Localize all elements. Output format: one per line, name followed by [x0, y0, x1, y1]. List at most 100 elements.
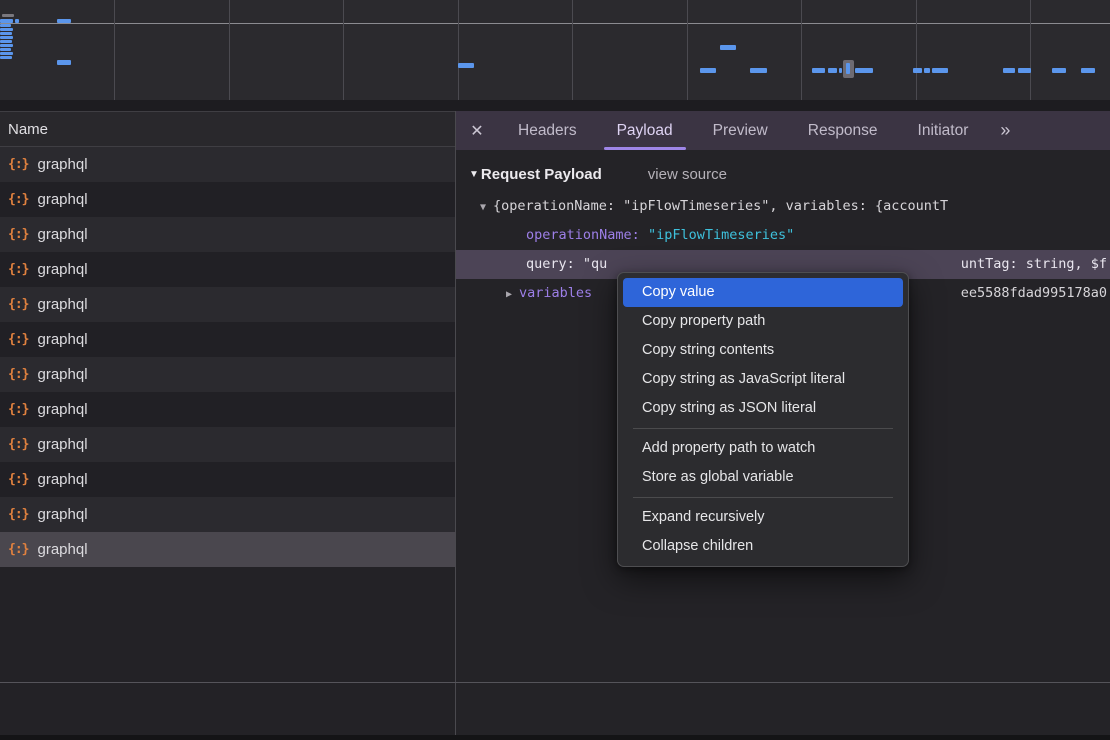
overview-lane-divider	[0, 23, 1110, 24]
request-name: graphql	[37, 541, 87, 558]
property-name: variables	[519, 285, 592, 301]
json-braces-icon: {:}	[8, 542, 28, 557]
network-overview-strip[interactable]	[0, 0, 1110, 111]
json-braces-icon: {:}	[8, 367, 28, 382]
overview-selected-tick	[846, 63, 850, 74]
waterfall-bar	[57, 19, 71, 23]
menu-item-copy-property-path[interactable]: Copy property path	[623, 307, 903, 336]
json-braces-icon: {:}	[8, 262, 28, 277]
waterfall-bar	[855, 68, 873, 73]
request-row[interactable]: {:} graphql	[0, 497, 455, 532]
request-row[interactable]: {:} graphql	[0, 252, 455, 287]
waterfall-bar	[700, 68, 716, 73]
waterfall-bar	[839, 68, 842, 73]
waterfall-bar	[0, 40, 12, 43]
json-braces-icon: {:}	[8, 297, 28, 312]
menu-item-copy-string-as-json-literal[interactable]: Copy string as JSON literal	[623, 394, 903, 423]
waterfall-bar	[0, 56, 12, 59]
json-braces-icon: {:}	[8, 192, 28, 207]
request-row[interactable]: {:}graphql	[0, 462, 455, 497]
overview-bottom-band	[0, 100, 1110, 111]
waterfall-bar	[1052, 68, 1066, 73]
waterfall-bar	[1018, 68, 1031, 73]
menu-item-store-as-global-variable[interactable]: Store as global variable	[623, 463, 903, 492]
waterfall-bar	[0, 48, 11, 51]
waterfall-bar	[57, 60, 71, 65]
request-name: graphql	[37, 156, 87, 173]
request-list-panel: Name {:}graphql{:}graphql{:}graphql{:}gr…	[0, 111, 455, 740]
menu-item-add-property-path-to-watch[interactable]: Add property path to watch	[623, 434, 903, 463]
json-braces-icon: {:}	[8, 332, 28, 347]
details-tabs-bar: ✕ HeadersPayloadPreviewResponseInitiator…	[456, 111, 1110, 150]
request-row[interactable]: {:}graphql	[0, 427, 455, 462]
overview-gridline	[916, 0, 917, 100]
tab-headers[interactable]: Headers	[498, 111, 597, 150]
tree-root-row[interactable]: ▼ {operationName: "ipFlowTimeseries", var…	[456, 192, 1110, 221]
close-icon[interactable]: ✕	[456, 111, 498, 150]
request-name: graphql	[37, 226, 87, 243]
more-tabs-icon[interactable]: »	[988, 111, 1020, 150]
request-list: {:} graphql {:} graphql {:} graphql {:} graphql…	[0, 147, 455, 567]
overview-gridline	[801, 0, 802, 100]
request-name: graphql	[37, 191, 87, 208]
request-row[interactable]: {:} graphql	[0, 217, 455, 252]
menu-separator	[633, 497, 893, 498]
request-payload-section-header: ▼ Request Payload view source	[456, 156, 1110, 192]
request-row[interactable]: {:} graphql	[0, 287, 455, 322]
chevron-down-icon[interactable]: ▼	[480, 202, 486, 213]
menu-item-copy-value[interactable]: Copy value	[623, 278, 903, 307]
property-value-start: "qu	[583, 256, 607, 272]
tab-response[interactable]: Response	[788, 111, 898, 150]
json-braces-icon: {:}	[8, 472, 28, 487]
waterfall-bar	[1081, 68, 1095, 73]
request-name: graphql	[37, 331, 87, 348]
details-tabs: HeadersPayloadPreviewResponseInitiator	[498, 111, 988, 150]
variables-preview-clipped-end: ee5588fdad995178a0	[961, 279, 1107, 308]
json-braces-icon: {:}	[8, 507, 28, 522]
chevron-right-icon[interactable]: ▶	[506, 289, 512, 300]
column-header-name[interactable]: Name	[0, 111, 455, 147]
tab-preview[interactable]: Preview	[693, 111, 788, 150]
tab-payload[interactable]: Payload	[597, 111, 693, 150]
waterfall-bar	[932, 68, 948, 73]
property-name: query:	[526, 256, 575, 272]
request-name: graphql	[37, 401, 87, 418]
overview-gridline	[687, 0, 688, 100]
request-row[interactable]: {:}graphql	[0, 147, 455, 182]
json-braces-icon: {:}	[8, 227, 28, 242]
request-row[interactable]: {:} graphql	[0, 392, 455, 427]
waterfall-bar	[0, 32, 12, 35]
tree-row-operation-name[interactable]: operationName: "ipFlowTimeseries"	[456, 221, 1110, 250]
request-name: graphql	[37, 506, 87, 523]
request-row[interactable]: {:} graphql	[0, 357, 455, 392]
waterfall-bar	[913, 68, 922, 73]
section-expand-icon[interactable]: ▼	[469, 169, 479, 180]
menu-item-copy-string-as-javascript-literal[interactable]: Copy string as JavaScript literal	[623, 365, 903, 394]
request-row[interactable]: {:} graphql	[0, 322, 455, 357]
request-name: graphql	[37, 296, 87, 313]
waterfall-bar	[720, 45, 736, 50]
waterfall-bar	[0, 28, 13, 31]
overview-gridline	[458, 0, 459, 100]
request-name: graphql	[37, 261, 87, 278]
request-row[interactable]: {:} graphql	[0, 182, 455, 217]
request-name: graphql	[37, 366, 87, 383]
waterfall-bar	[0, 44, 13, 47]
menu-item-expand-recursively[interactable]: Expand recursively	[623, 503, 903, 532]
tab-initiator[interactable]: Initiator	[898, 111, 989, 150]
overview-gridline	[229, 0, 230, 100]
request-name: graphql	[37, 436, 87, 453]
root-preview-text: {operationName: "ipFlowTimeseries", vari…	[493, 198, 948, 214]
menu-item-collapse-children[interactable]: Collapse children	[623, 532, 903, 561]
view-source-link[interactable]: view source	[648, 166, 727, 183]
waterfall-bar	[15, 19, 19, 23]
request-row[interactable]: {:} graphql	[0, 532, 455, 567]
menu-item-copy-string-contents[interactable]: Copy string contents	[623, 336, 903, 365]
waterfall-bar	[0, 24, 11, 27]
overview-gridline	[1030, 0, 1031, 100]
overview-gridline	[343, 0, 344, 100]
section-title: Request Payload	[481, 166, 602, 183]
waterfall-bar	[750, 68, 767, 73]
property-value-clipped-end: untTag: string, $f	[961, 250, 1107, 279]
json-braces-icon: {:}	[8, 402, 28, 417]
